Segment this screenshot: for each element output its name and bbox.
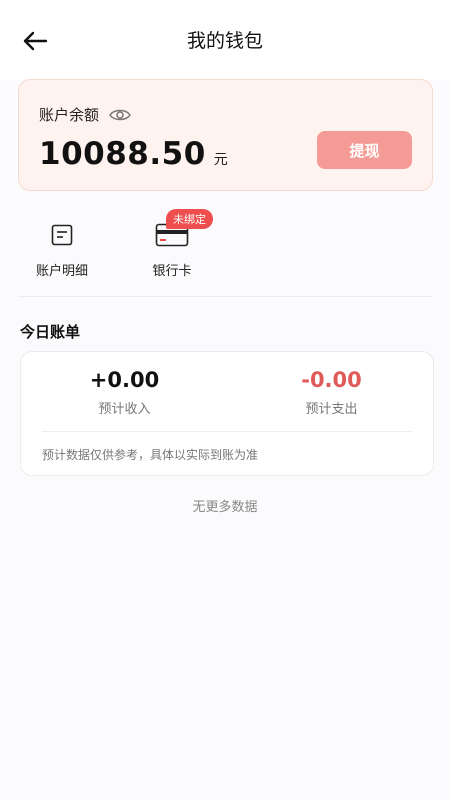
page-title: 我的钱包 [186,30,263,52]
bill-note: 预计数据仅供参考，具体以实际到账为准 [42,448,259,462]
account-details-shortcut[interactable]: 账户明细 [27,220,97,279]
balance-unit: 元 [213,152,228,168]
section-divider [18,296,433,297]
expense-label: 预计支出 [305,402,358,417]
income-label: 预计收入 [98,402,151,417]
income-column: +0.00 预计收入 [21,368,228,417]
today-bill-title: 今日账单 [20,323,81,341]
eye-icon[interactable] [109,108,131,122]
income-value: +0.00 [89,368,160,392]
no-more-data-text: 无更多数据 [192,500,258,515]
unbound-badge: 未绑定 [166,209,213,229]
balance-card: 账户余额 10088.50 元 提现 [18,79,433,191]
balance-row: 10088.50 元 [39,136,228,172]
bill-divider [42,431,412,432]
balance-amount: 10088.50 [39,136,206,172]
balance-label-row: 账户余额 [39,104,131,125]
document-icon [51,220,73,250]
today-bill-card: +0.00 预计收入 -0.00 预计支出 预计数据仅供参考，具体以实际到账为准 [20,351,434,476]
withdraw-button[interactable]: 提现 [317,131,412,169]
top-bar: 我的钱包 [0,0,450,80]
account-details-label: 账户明细 [35,264,88,279]
balance-label: 账户余额 [39,106,100,124]
bank-card-label: 银行卡 [152,264,192,279]
expense-value: -0.00 [301,368,362,392]
expense-column: -0.00 预计支出 [228,368,435,417]
